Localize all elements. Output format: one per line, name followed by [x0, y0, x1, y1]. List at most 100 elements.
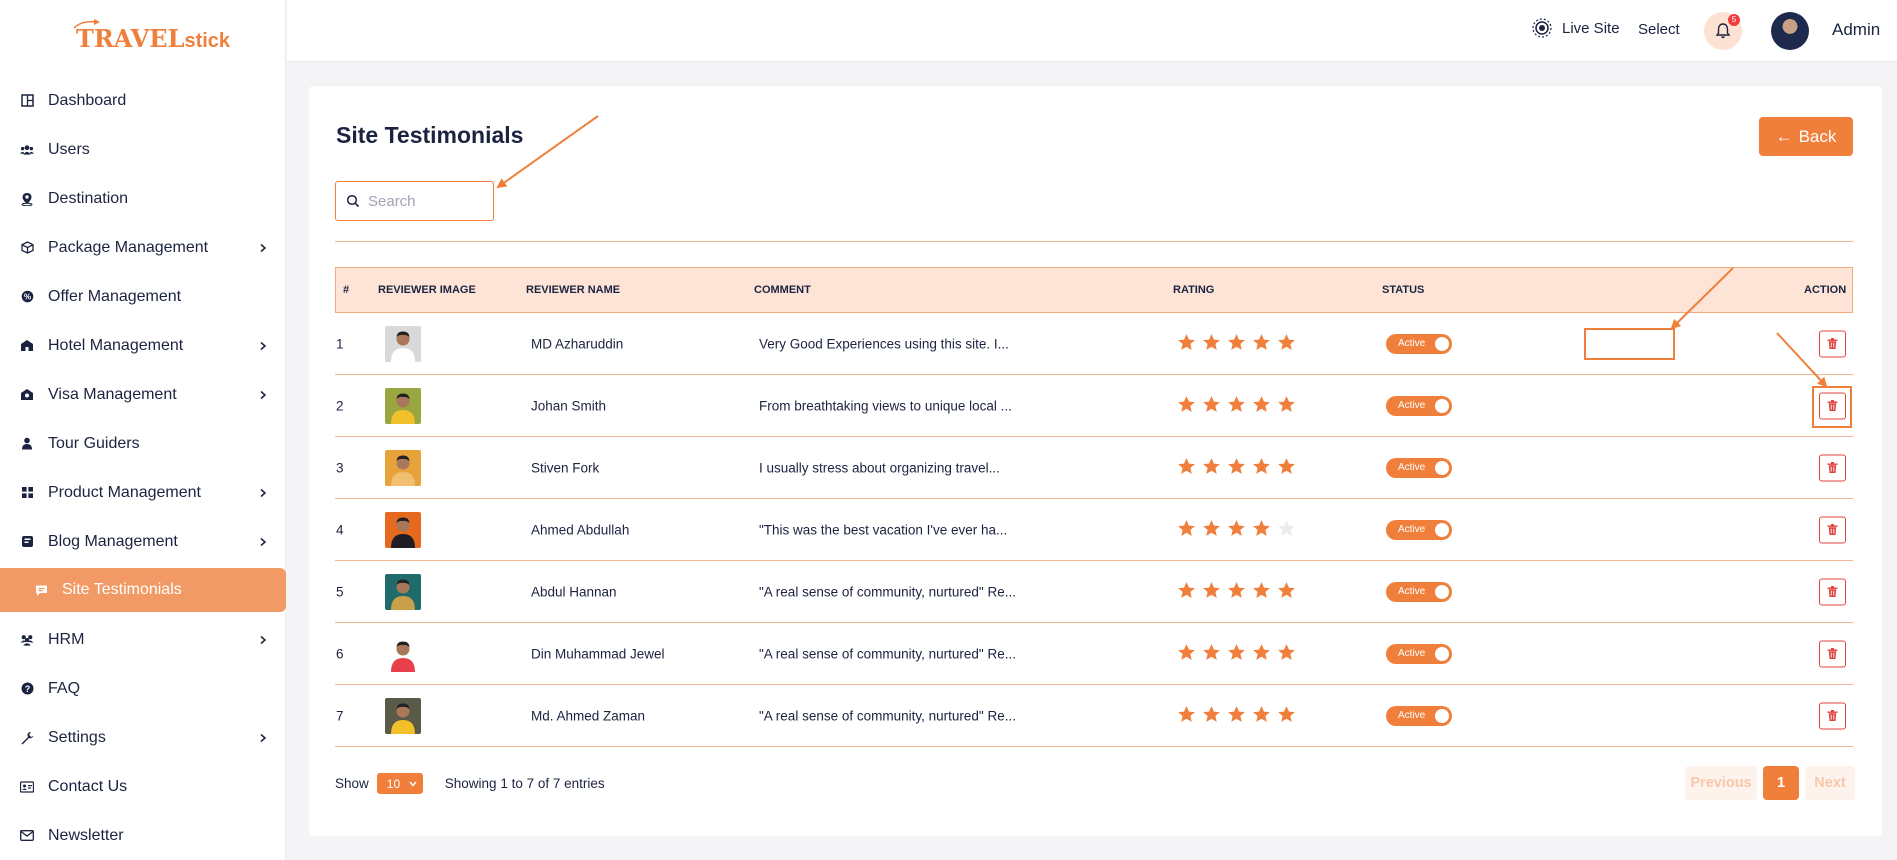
sidebar-item-site-testimonials[interactable]: Site Testimonials — [0, 568, 286, 612]
star-filled-icon — [1227, 581, 1246, 603]
back-button[interactable]: ← Back — [1759, 117, 1853, 156]
reviewer-image[interactable] — [385, 635, 421, 672]
rating-stars — [1177, 643, 1296, 665]
header-image: REVIEWER IMAGE — [378, 284, 476, 296]
star-filled-icon — [1252, 643, 1271, 665]
pagination-page-1[interactable]: 1 — [1763, 766, 1799, 800]
sidebar-item-newsletter[interactable]: Newsletter — [0, 811, 286, 860]
page-size-value: 10 — [386, 776, 401, 791]
star-filled-icon — [1177, 519, 1196, 541]
sidebar-item-offer-management[interactable]: % Offer Management — [0, 272, 286, 321]
toggle-knob — [1435, 708, 1449, 723]
trash-icon — [1827, 338, 1838, 349]
toggle-knob — [1435, 460, 1449, 475]
live-site-label: Live Site — [1562, 19, 1620, 37]
pagination-next[interactable]: Next — [1805, 766, 1855, 800]
sidebar-item-faq[interactable]: ? FAQ — [0, 664, 286, 713]
star-filled-icon — [1202, 457, 1221, 479]
status-toggle[interactable]: Active — [1386, 705, 1452, 726]
table-row: 5 Abdul Hannan "A real sense of community,… — [335, 561, 1853, 623]
delete-button[interactable] — [1819, 516, 1846, 543]
comment-text: "This was the best vacation I've ever ha… — [759, 522, 1008, 537]
select-dropdown[interactable]: Select — [1638, 21, 1680, 38]
rating-stars — [1177, 457, 1296, 479]
sidebar-item-destination[interactable]: Destination — [0, 174, 286, 223]
sidebar-item-visa-management[interactable]: Visa Management — [0, 370, 286, 419]
visa-icon — [20, 388, 34, 402]
sidebar-item-label: Blog Management — [48, 532, 178, 550]
sidebar-item-blog-management[interactable]: Blog Management — [0, 517, 286, 566]
status-toggle[interactable]: Active — [1386, 581, 1452, 602]
content-card: Site Testimonials ← Back # REVIEWER IMAG… — [309, 86, 1882, 836]
sidebar-item-hrm[interactable]: HRM — [0, 615, 286, 664]
sidebar-item-users[interactable]: Users — [0, 125, 286, 174]
table-row: 2 Johan Smith From breathtaking views to u… — [335, 375, 1853, 437]
reviewer-image[interactable] — [385, 325, 421, 362]
table-row: 7 Md. Ahmed Zaman "A real sense of communi… — [335, 685, 1853, 747]
live-site-link[interactable]: Live Site — [1532, 18, 1620, 38]
sidebar-item-settings[interactable]: Settings — [0, 713, 286, 762]
user-avatar[interactable] — [1771, 12, 1809, 50]
row-index: 6 — [336, 646, 344, 661]
delete-button[interactable] — [1819, 330, 1846, 357]
status-label: Active — [1398, 337, 1426, 349]
search-box — [335, 181, 494, 221]
status-toggle[interactable]: Active — [1386, 395, 1452, 416]
sidebar-item-label: FAQ — [48, 679, 81, 697]
delete-button[interactable] — [1819, 578, 1846, 605]
sidebar-item-label: Tour Guiders — [48, 434, 140, 452]
star-filled-icon — [1177, 333, 1196, 355]
header-comment: COMMENT — [754, 284, 811, 296]
reviewer-image[interactable] — [385, 449, 421, 486]
comment-text: "A real sense of community, nurtured" Re… — [759, 646, 1016, 661]
star-filled-icon — [1252, 333, 1271, 355]
rating-stars — [1177, 519, 1296, 541]
star-filled-icon — [1177, 457, 1196, 479]
sidebar-item-label: Product Management — [48, 483, 201, 501]
star-filled-icon — [1252, 457, 1271, 479]
star-filled-icon — [1227, 519, 1246, 541]
contact-card-icon — [20, 780, 34, 794]
status-toggle[interactable]: Active — [1386, 643, 1452, 664]
table-row: 3 Stiven Fork I usually stress about organ… — [335, 437, 1853, 499]
reviewer-image[interactable] — [385, 697, 421, 734]
sidebar-item-hotel-management[interactable]: Hotel Management — [0, 321, 286, 370]
reviewer-image[interactable] — [385, 573, 421, 610]
trash-icon — [1827, 648, 1838, 659]
status-label: Active — [1398, 399, 1426, 411]
header-index: # — [343, 284, 350, 296]
reviewer-name: MD Azharuddin — [531, 336, 624, 351]
page-size-select[interactable]: 10 — [376, 773, 423, 794]
status-toggle[interactable]: Active — [1386, 519, 1452, 540]
user-name[interactable]: Admin — [1832, 20, 1880, 40]
status-toggle[interactable]: Active — [1386, 333, 1452, 354]
brand-logo[interactable]: TRAVELstick — [73, 19, 230, 56]
sidebar-item-contact-us[interactable]: Contact Us — [0, 762, 286, 811]
plane-icon — [73, 19, 100, 29]
search-input[interactable] — [368, 192, 488, 210]
star-filled-icon — [1277, 395, 1296, 417]
sidebar-item-label: Offer Management — [48, 287, 182, 305]
entries-info: Showing 1 to 7 of 7 entries — [444, 776, 605, 791]
table-body: 1 MD Azharuddin Very Good Experiences usin… — [335, 313, 1853, 747]
comment-text: "A real sense of community, nurtured" Re… — [759, 584, 1016, 599]
notifications-button[interactable]: 5 — [1704, 12, 1742, 50]
delete-button[interactable] — [1819, 640, 1846, 667]
sidebar-item-package-management[interactable]: Package Management — [0, 223, 286, 272]
sidebar-item-product-management[interactable]: Product Management — [0, 468, 286, 517]
sidebar-item-label: Newsletter — [48, 826, 124, 844]
delete-button[interactable] — [1819, 702, 1846, 729]
star-filled-icon — [1227, 643, 1246, 665]
status-toggle[interactable]: Active — [1386, 457, 1452, 478]
sidebar-item-tour-guiders[interactable]: Tour Guiders — [0, 419, 286, 468]
reviewer-image[interactable] — [385, 387, 421, 424]
toggle-knob — [1435, 584, 1449, 599]
star-filled-icon — [1252, 705, 1271, 727]
sidebar-item-label: Hotel Management — [48, 336, 184, 354]
star-filled-icon — [1177, 395, 1196, 417]
sidebar-item-dashboard[interactable]: Dashboard — [0, 76, 286, 125]
pagination-previous[interactable]: Previous — [1685, 766, 1757, 800]
star-filled-icon — [1177, 643, 1196, 665]
reviewer-image[interactable] — [385, 511, 421, 548]
delete-button[interactable] — [1819, 454, 1846, 481]
